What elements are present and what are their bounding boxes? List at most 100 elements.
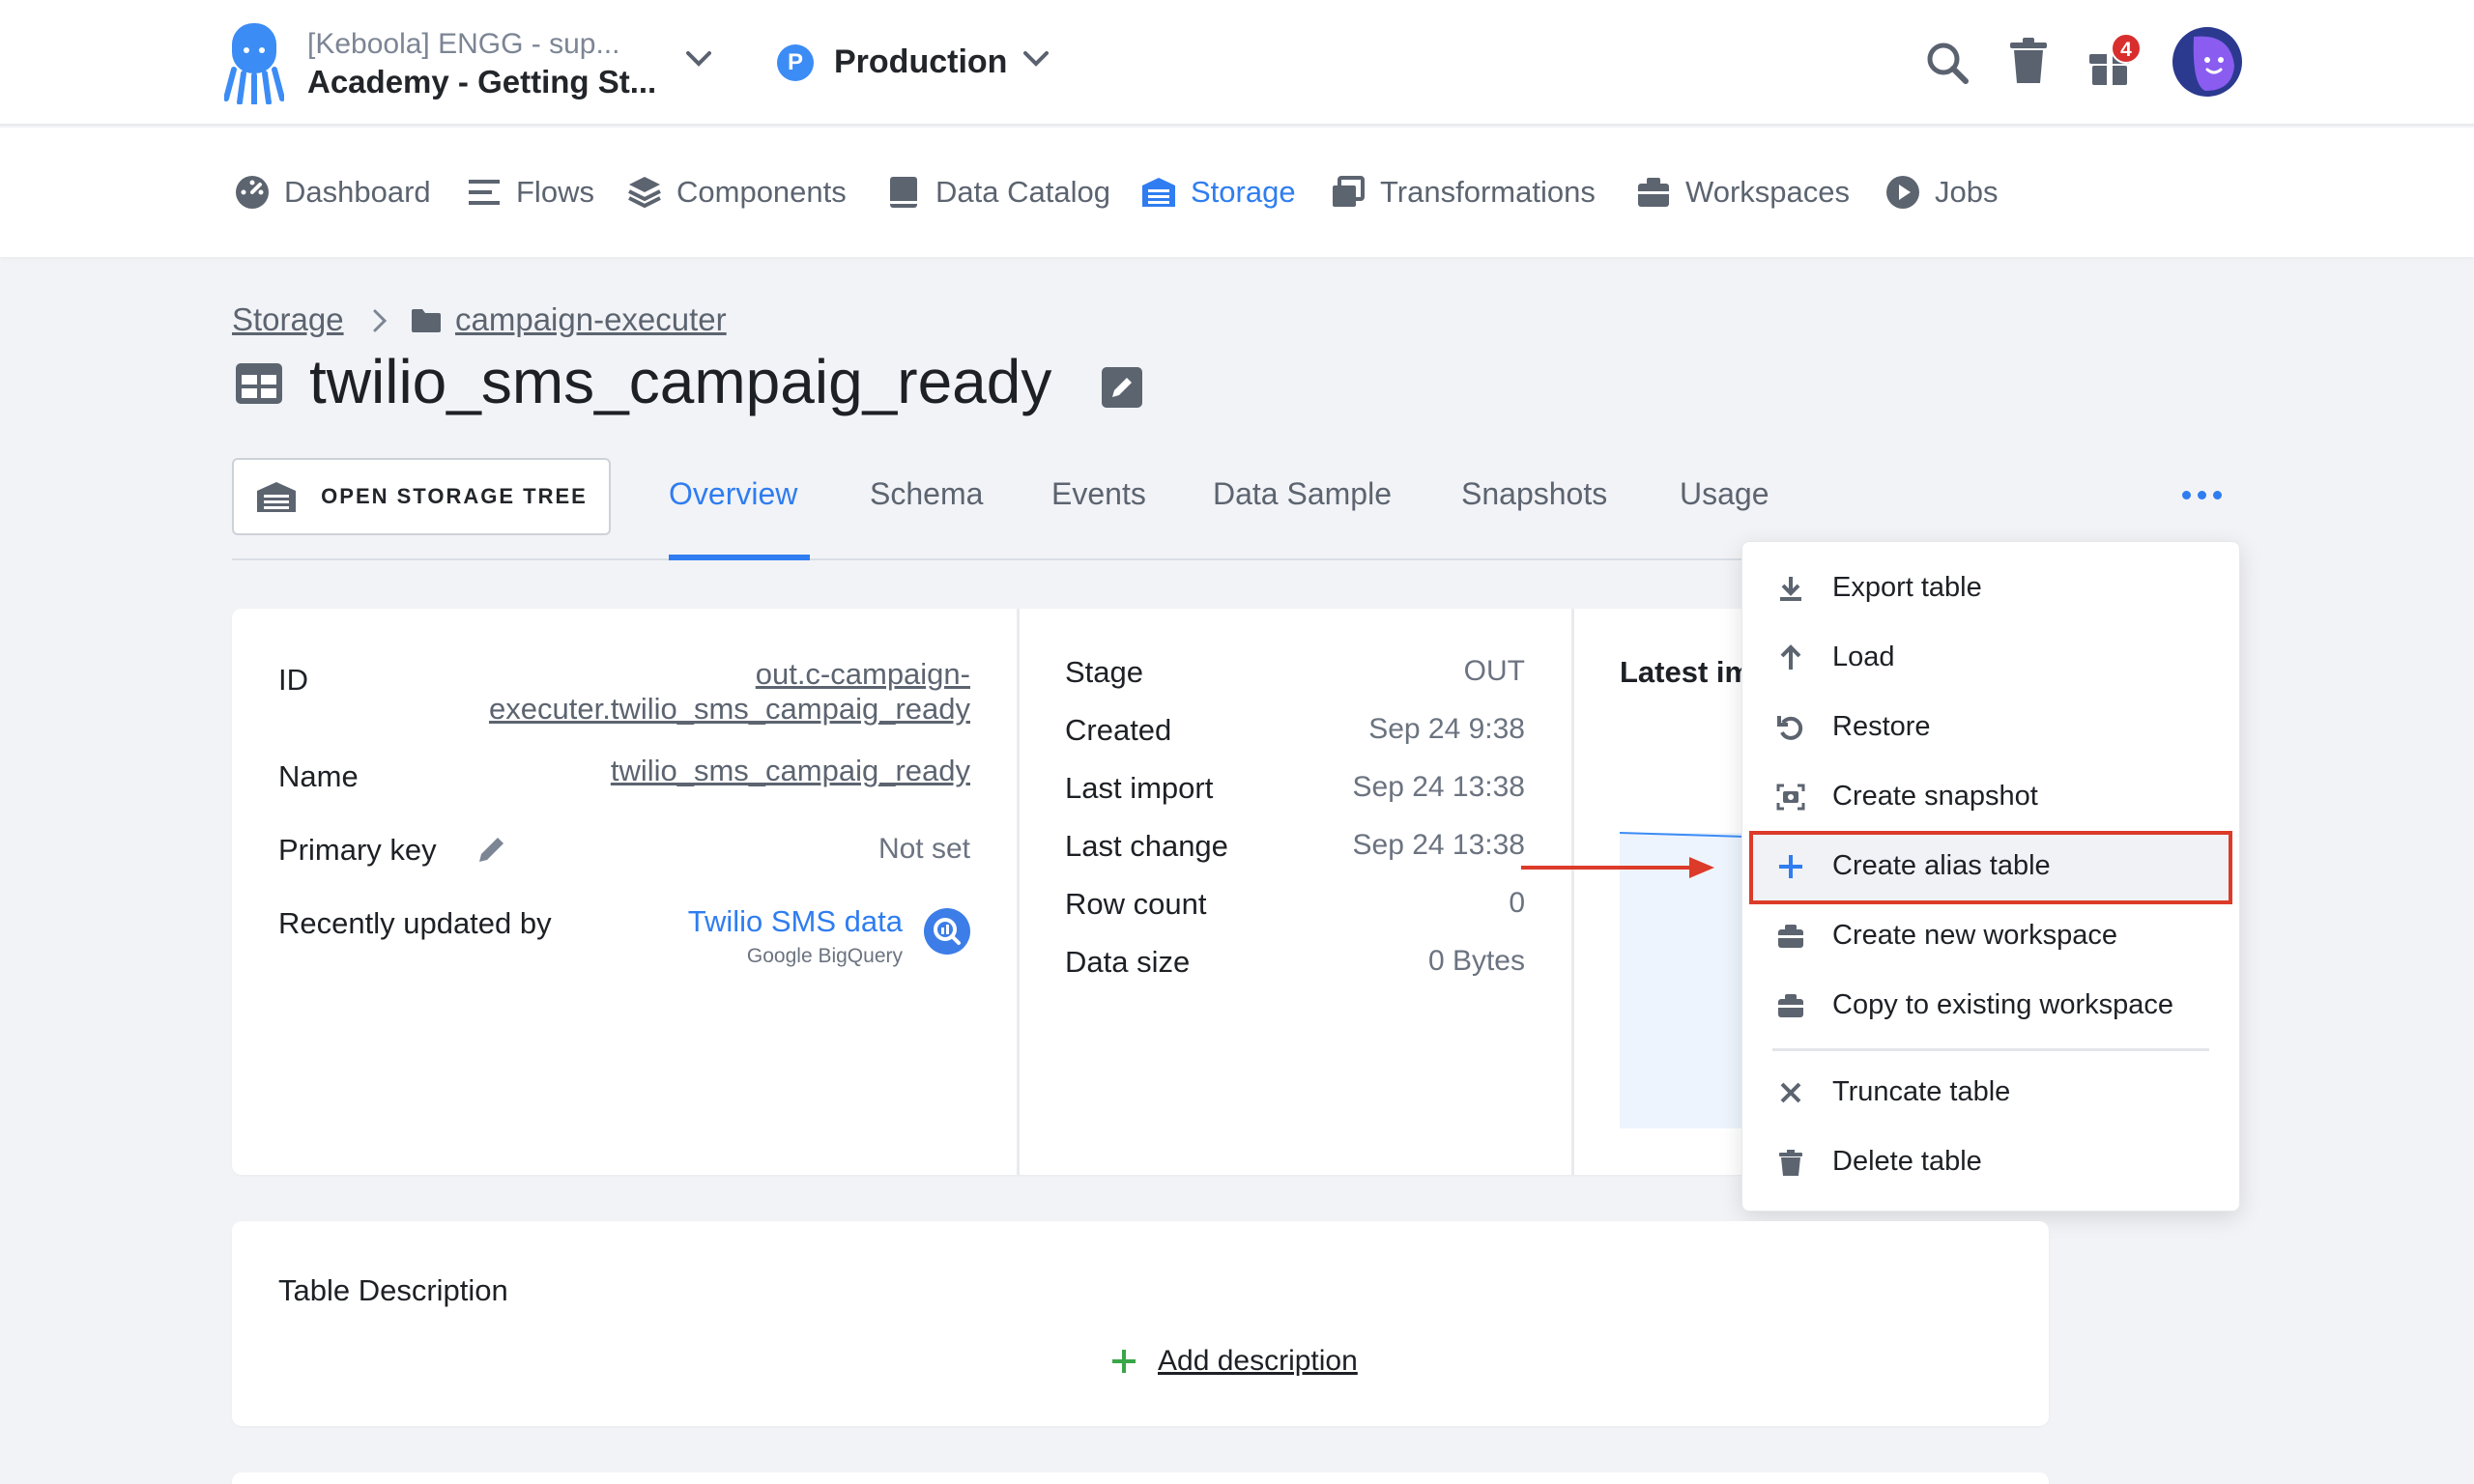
annotation-arrow-icon — [1521, 857, 1714, 878]
workspace-icon — [1778, 924, 1803, 948]
tab-usage[interactable]: Usage — [1680, 476, 1769, 512]
arrow-up-icon — [1780, 643, 1801, 670]
nav-item-label: Dashboard — [284, 175, 431, 209]
primary-key-value: Not set — [877, 833, 970, 865]
menu-item-restore[interactable]: Restore — [1776, 711, 1931, 743]
jobs-icon — [1886, 176, 1919, 209]
page-title: twilio_sms_campaig_ready — [309, 347, 1052, 416]
storage-tree-icon — [257, 482, 297, 512]
menu-item-label: Export table — [1832, 572, 1982, 603]
stat-label-data-size: Data size — [1065, 945, 1191, 979]
id-value-line1[interactable]: out.c-campaign- — [756, 657, 970, 692]
environment-label[interactable]: Production — [834, 43, 1007, 81]
breadcrumb-storage[interactable]: Storage — [232, 301, 344, 338]
nav-item-label: Workspaces — [1685, 175, 1850, 209]
workspaces-icon — [1638, 178, 1669, 207]
components-icon — [628, 177, 661, 209]
nav-item-storage[interactable]: Storage — [1140, 174, 1296, 211]
next-card — [232, 1472, 2049, 1484]
stat-value-last-change: Sep 24 13:38 — [1352, 829, 1526, 861]
workspace-icon — [1778, 993, 1803, 1017]
project-organization[interactable]: [Keboola] ENGG - sup... — [307, 28, 619, 61]
nav-item-dashboard[interactable]: Dashboard — [234, 174, 431, 211]
nav-item-transformations[interactable]: Transformations — [1330, 174, 1596, 211]
restore-icon — [1777, 715, 1803, 740]
chart-line — [1620, 832, 1745, 838]
tab-snapshots[interactable]: Snapshots — [1461, 476, 1607, 512]
updated-by-label: Recently updated by — [278, 906, 552, 940]
menu-divider — [1772, 1048, 2209, 1051]
stat-value-stage: OUT — [1463, 655, 1525, 687]
avatar[interactable] — [2172, 27, 2242, 97]
nav-item-data-catalog[interactable]: Data Catalog — [885, 174, 1110, 211]
column-divider — [1571, 609, 1574, 1175]
menu-item-create-new-workspace[interactable]: Create new workspace — [1776, 920, 2117, 952]
tab-schema[interactable]: Schema — [870, 476, 983, 512]
menu-item-truncate-table[interactable]: Truncate table — [1776, 1076, 2010, 1108]
trash-icon — [1779, 1149, 1802, 1176]
column-divider — [1017, 609, 1020, 1175]
folder-icon — [412, 309, 441, 332]
menu-item-label: Truncate table — [1832, 1076, 2011, 1107]
download-icon — [1780, 576, 1801, 601]
menu-item-label: Create alias table — [1832, 850, 2051, 881]
tab-events[interactable]: Events — [1051, 476, 1146, 512]
id-value-line2[interactable]: executer.twilio_sms_campaig_ready — [489, 692, 970, 727]
x-icon — [1780, 1082, 1801, 1102]
breadcrumb-bucket[interactable]: campaign-executer — [455, 301, 727, 338]
environment-badge: P — [777, 44, 814, 81]
add-description-label: Add description — [1158, 1345, 1358, 1377]
updated-by-link[interactable]: Twilio SMS data — [688, 904, 903, 939]
stat-label-last-import: Last import — [1065, 771, 1214, 805]
menu-item-delete-table[interactable]: Delete table — [1776, 1146, 1982, 1178]
flows-icon — [469, 180, 500, 205]
more-actions-icon[interactable] — [2182, 483, 2225, 506]
menu-item-create-alias-table[interactable]: Create alias table — [1776, 850, 2051, 882]
menu-item-load[interactable]: Load — [1776, 642, 1895, 673]
primary-key-label: Primary key — [278, 833, 437, 867]
updated-by-component: Google BigQuery — [746, 945, 903, 967]
nav-item-label: Storage — [1191, 175, 1296, 209]
tab-overview[interactable]: Overview — [669, 476, 797, 512]
stat-label-created: Created — [1065, 713, 1172, 747]
nav-item-label: Transformations — [1380, 175, 1596, 209]
tab-data-sample[interactable]: Data Sample — [1213, 476, 1392, 512]
nav-item-components[interactable]: Components — [626, 174, 847, 211]
nav-item-flows[interactable]: Flows — [466, 174, 594, 211]
menu-item-copy-to-existing-workspace[interactable]: Copy to existing workspace — [1776, 989, 2173, 1021]
menu-item-label: Restore — [1832, 711, 1931, 742]
stat-label-stage: Stage — [1065, 655, 1144, 689]
name-value[interactable]: twilio_sms_campaig_ready — [611, 754, 970, 788]
table-icon — [236, 363, 282, 404]
menu-item-label: Create snapshot — [1832, 781, 2038, 812]
add-description-button[interactable]: Add description — [1109, 1345, 1358, 1378]
edit-primary-key-icon[interactable] — [475, 833, 508, 866]
stat-label-last-change: Last change — [1065, 829, 1228, 863]
nav-item-label: Components — [676, 175, 847, 209]
nav-item-workspaces[interactable]: Workspaces — [1635, 174, 1850, 211]
stat-label-row-count: Row count — [1065, 887, 1207, 921]
menu-item-label: Delete table — [1832, 1146, 1982, 1177]
menu-item-export-table[interactable]: Export table — [1776, 572, 1982, 604]
description-card — [232, 1221, 2049, 1426]
menu-item-create-snapshot[interactable]: Create snapshot — [1776, 781, 2038, 813]
data-catalog-icon — [890, 177, 917, 208]
id-label: ID — [278, 663, 308, 697]
environment-chevron-down-icon[interactable] — [1021, 48, 1050, 70]
menu-item-label: Create new workspace — [1832, 920, 2117, 951]
storage-icon — [1142, 178, 1175, 207]
open-storage-tree-label: OPEN STORAGE TREE — [321, 484, 588, 508]
trash-bin-icon[interactable] — [2008, 37, 2049, 85]
keboola-logo-icon[interactable] — [224, 21, 284, 104]
project-name[interactable]: Academy - Getting St... — [307, 64, 656, 100]
stat-value-row-count: 0 — [1509, 887, 1525, 919]
menu-item-label: Load — [1832, 642, 1895, 672]
nav-item-jobs[interactable]: Jobs — [1884, 174, 1998, 211]
edit-title-icon[interactable] — [1102, 367, 1142, 408]
dashboard-icon — [236, 176, 269, 209]
search-icon[interactable] — [1925, 41, 1970, 85]
open-storage-tree-button[interactable]: OPEN STORAGE TREE — [232, 458, 611, 535]
nav-item-label: Flows — [516, 175, 594, 209]
breadcrumb-chevron-right-icon — [373, 309, 388, 332]
project-chevron-down-icon[interactable] — [684, 48, 713, 70]
